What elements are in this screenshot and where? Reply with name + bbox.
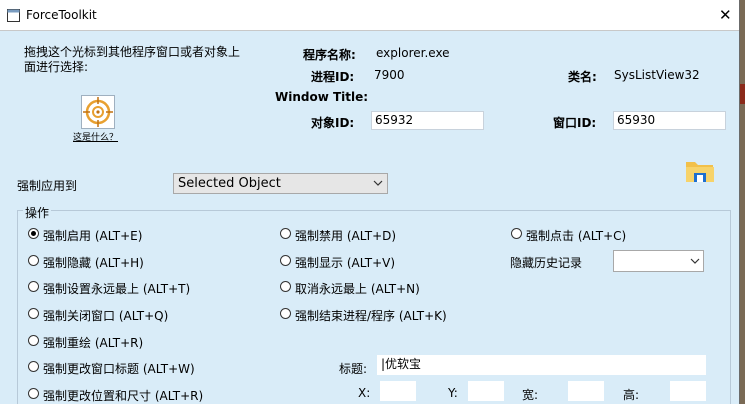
hide-history-label: 隐藏历史记录 [510,256,583,270]
apply-to-selected: Selected Object [178,176,281,191]
title-bar[interactable]: ForceToolkit ✕ [0,0,739,31]
radio-topmost-label[interactable]: 强制设置永远最上 (ALT+T) [43,280,190,297]
radio-close-label[interactable]: 强制关闭窗口 (ALT+Q) [43,307,168,324]
x-input[interactable] [380,381,416,401]
radio-click-label[interactable]: 强制点击 (ALT+C) [526,227,626,244]
title-input[interactable]: |优软宝 [377,355,706,375]
close-icon[interactable]: ✕ [719,6,732,24]
radio-untop[interactable] [280,281,291,292]
radio-kill[interactable] [280,308,291,319]
y-input[interactable] [468,381,504,401]
window-id-label: 窗口ID: [553,116,597,130]
program-name-value: explorer.exe [376,46,450,60]
radio-untop-label[interactable]: 取消永远最上 (ALT+N) [295,280,420,297]
radio-hide[interactable] [28,255,39,266]
radio-redraw[interactable] [28,335,39,346]
width-input[interactable] [568,381,604,401]
radio-click[interactable] [511,228,522,239]
radio-retitle[interactable] [28,361,39,372]
class-name-value: SysListView32 [614,68,700,82]
window-title-label: Window Title: [275,90,369,104]
radio-close[interactable] [28,308,39,319]
radio-show-label[interactable]: 强制显示 (ALT+V) [295,254,395,271]
class-name-label: 类名: [568,70,597,84]
window-title: ForceToolkit [26,8,97,22]
width-label: 宽: [522,388,539,402]
apply-to-label: 强制应用到 [17,179,78,193]
x-label: X: [358,386,371,400]
finder-instruction: 拖拽这个光标到其他程序窗口或者对象上面进行选择: [24,45,241,74]
radio-disable-label[interactable]: 强制禁用 (ALT+D) [295,227,396,244]
object-id-label: 对象ID: [311,116,355,130]
apply-to-select[interactable]: Selected Object [173,173,388,194]
radio-disable[interactable] [280,228,291,239]
process-id-label: 进程ID: [311,70,355,84]
app-icon [7,9,20,22]
crosshair-icon [83,97,113,127]
process-id-value: 7900 [374,68,405,82]
height-label: 高: [623,388,640,402]
object-id-field[interactable]: 65932 [371,111,484,130]
radio-enable[interactable] [28,228,39,239]
chevron-down-icon [690,258,700,264]
chevron-down-icon [373,180,383,186]
finder-tool[interactable] [81,95,115,129]
force-toolkit-window: ForceToolkit ✕ 拖拽这个光标到其他程序窗口或者对象上面进行选择: … [0,0,740,404]
radio-enable-label[interactable]: 强制启用 (ALT+E) [43,227,142,244]
operations-group-label: 操作 [23,204,52,221]
radio-resize-label[interactable]: 强制更改位置和尺寸 (ALT+R) [43,387,203,404]
title-label: 标题: [339,362,368,376]
folder-icon[interactable] [685,158,715,184]
radio-kill-label[interactable]: 强制结束进程/程序 (ALT+K) [295,307,447,324]
radio-redraw-label[interactable]: 强制重绘 (ALT+R) [43,334,143,351]
radio-hide-label[interactable]: 强制隐藏 (ALT+H) [43,254,144,271]
background-window-strip [740,84,745,104]
window-id-field[interactable]: 65930 [613,111,726,130]
program-name-label: 程序名称: [303,48,356,62]
radio-retitle-label[interactable]: 强制更改窗口标题 (ALT+W) [43,360,195,377]
radio-topmost[interactable] [28,281,39,292]
y-label: Y: [448,386,458,400]
radio-show[interactable] [280,255,291,266]
height-input[interactable] [670,381,706,401]
help-link[interactable]: 这是什么？ [73,130,118,143]
hide-history-select[interactable] [613,250,704,272]
radio-resize[interactable] [28,388,39,399]
